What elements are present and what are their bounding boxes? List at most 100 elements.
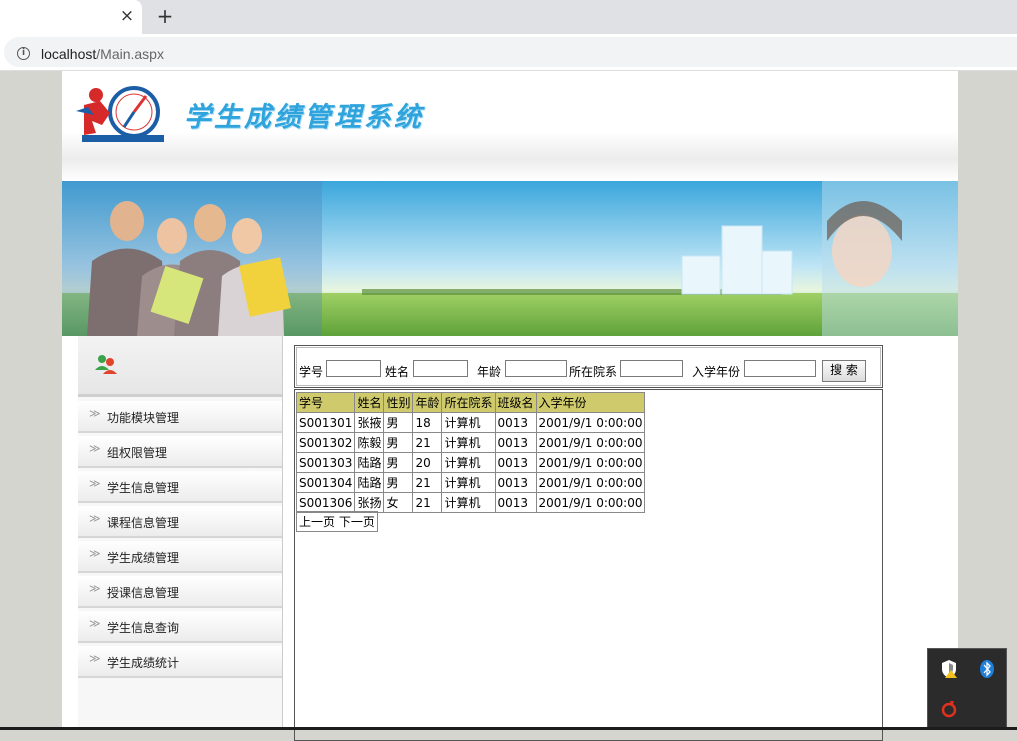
table-header-row: 学号 姓名 性别 年龄 所在院系 班级名 入学年份 (295, 392, 646, 413)
table-cell: 2001/9/1 0:00:00 (535, 432, 646, 453)
url-text[interactable]: localhost/Main.aspx (41, 46, 164, 62)
table-cell: 0013 (494, 412, 537, 433)
sidebar-item-course-info[interactable]: ≫ 课程信息管理 (78, 506, 282, 538)
table-cell: 18 (412, 412, 443, 433)
double-chevron-right-icon: ≫ (89, 547, 101, 560)
column-header: 年龄 (412, 392, 443, 413)
double-chevron-right-icon: ≫ (89, 477, 101, 490)
table-cell: S001303 (295, 452, 356, 473)
table-cell: S001306 (295, 492, 356, 513)
table-cell: 2001/9/1 0:00:00 (535, 452, 646, 473)
table-cell: 陈毅 (354, 432, 385, 453)
sidebar-item-label: 学生信息管理 (107, 481, 180, 495)
table-cell: 张扬 (354, 492, 385, 513)
info-icon[interactable]: i (17, 47, 30, 60)
sidebar-item-group-permissions[interactable]: ≫ 组权限管理 (78, 436, 282, 468)
column-header: 学号 (295, 392, 356, 413)
table-cell: 21 (412, 432, 443, 453)
table-cell: 女 (383, 492, 414, 513)
table-cell: 0013 (494, 452, 537, 473)
search-panel-inner: 学号 姓名 年龄 所在院系 入学年份 搜 索 (296, 347, 881, 386)
sidebar-item-label: 学生信息查询 (107, 621, 180, 635)
sidebar-item-teaching-info[interactable]: ≫ 授课信息管理 (78, 576, 282, 608)
table-cell: S001304 (295, 472, 356, 493)
close-tab-icon[interactable]: × (118, 7, 136, 25)
table-cell: 2001/9/1 0:00:00 (535, 472, 646, 493)
table-cell: 计算机 (441, 452, 496, 473)
app-red-icon[interactable] (939, 699, 959, 719)
table-cell: 计算机 (441, 432, 496, 453)
address-bar: i localhost/Main.aspx (0, 34, 1017, 71)
table-cell: 男 (383, 412, 414, 433)
system-tray (927, 648, 1007, 730)
table-cell: 21 (412, 492, 443, 513)
web-page: 学生成绩管理系统 ≫ 功能模块管理 ≫ 组权限管理 ≫ 学生信息管理 ≫ 课程信… (62, 71, 958, 741)
table-cell: 21 (412, 472, 443, 493)
table-cell: 2001/9/1 0:00:00 (535, 492, 646, 513)
sidebar-item-label: 授课信息管理 (107, 586, 180, 600)
table-cell: 男 (383, 472, 414, 493)
age-label: 年龄 (477, 365, 502, 379)
table-cell: S001301 (295, 412, 356, 433)
column-header: 所在院系 (441, 392, 496, 413)
url-host: localhost (41, 46, 97, 62)
column-header: 姓名 (354, 392, 385, 413)
enrollment-year-input[interactable] (744, 360, 816, 377)
sidebar-item-label: 组权限管理 (107, 446, 168, 460)
sidebar-item-student-query[interactable]: ≫ 学生信息查询 (78, 611, 282, 643)
sidebar-item-grade-management[interactable]: ≫ 学生成绩管理 (78, 541, 282, 573)
table-cell: 计算机 (441, 492, 496, 513)
results-panel: 学号 姓名 性别 年龄 所在院系 班级名 入学年份 S001301 张掖 男 1 (294, 389, 883, 741)
table-cell: 男 (383, 452, 414, 473)
department-input[interactable] (620, 360, 683, 377)
sidebar-item-label: 功能模块管理 (107, 411, 180, 425)
table-cell: 2001/9/1 0:00:00 (535, 412, 646, 433)
double-chevron-right-icon: ≫ (89, 407, 101, 420)
table-row: S001303 陆路 男 20 计算机 0013 2001/9/1 0:00:0… (295, 452, 646, 473)
sidebar-item-label: 学生成绩统计 (107, 656, 180, 670)
table-cell: 计算机 (441, 412, 496, 433)
double-chevron-right-icon: ≫ (89, 512, 101, 525)
browser-tabstrip: × + (0, 0, 1017, 34)
sidebar-item-function-modules[interactable]: ≫ 功能模块管理 (78, 401, 282, 433)
banner-image (62, 181, 958, 336)
double-chevron-right-icon: ≫ (89, 442, 101, 455)
prev-page-link[interactable]: 上一页 (299, 515, 335, 529)
student-id-label: 学号 (299, 365, 324, 379)
omnibox[interactable]: i localhost/Main.aspx (4, 37, 1017, 67)
enrollment-year-label: 入学年份 (692, 365, 741, 379)
girl-photo (822, 181, 958, 336)
student-table: 学号 姓名 性别 年龄 所在院系 班级名 入学年份 S001301 张掖 男 1 (295, 392, 646, 513)
system-title: 学生成绩管理系统 (184, 102, 424, 133)
table-cell: 男 (383, 432, 414, 453)
pager: 上一页 下一页 (296, 511, 378, 532)
sidebar-item-student-info[interactable]: ≫ 学生信息管理 (78, 471, 282, 503)
name-input[interactable] (413, 360, 468, 377)
new-tab-button[interactable]: + (155, 5, 175, 27)
table-row: S001301 张掖 男 18 计算机 0013 2001/9/1 0:00:0… (295, 412, 646, 433)
age-input[interactable] (505, 360, 567, 377)
search-panel: 学号 姓名 年龄 所在院系 入学年份 搜 索 (294, 345, 883, 388)
double-chevron-right-icon: ≫ (89, 652, 101, 665)
table-row: S001306 张扬 女 21 计算机 0013 2001/9/1 0:00:0… (295, 492, 646, 513)
table-row: S001304 陆路 男 21 计算机 0013 2001/9/1 0:00:0… (295, 472, 646, 493)
table-cell: 陆路 (354, 452, 385, 473)
sidebar-item-label: 课程信息管理 (107, 516, 180, 530)
next-page-link[interactable]: 下一页 (339, 515, 375, 529)
column-header: 班级名 (494, 392, 537, 413)
page-header: 学生成绩管理系统 (62, 71, 958, 181)
table-cell: 0013 (494, 432, 537, 453)
table-cell: 张掖 (354, 412, 385, 433)
sidebar-item-label: 学生成绩管理 (107, 551, 180, 565)
security-warning-icon[interactable] (939, 659, 959, 679)
url-path: /Main.aspx (96, 46, 164, 62)
table-cell: 0013 (494, 472, 537, 493)
sidebar-item-grade-statistics[interactable]: ≫ 学生成绩统计 (78, 646, 282, 678)
main-content: 学号 姓名 年龄 所在院系 入学年份 搜 索 学号 姓名 性别 年龄 所在院系 … (284, 336, 936, 741)
student-id-input[interactable] (326, 360, 381, 377)
double-chevron-right-icon: ≫ (89, 582, 101, 595)
table-cell: 计算机 (441, 472, 496, 493)
bluetooth-icon[interactable] (977, 659, 997, 679)
browser-tab[interactable]: × (0, 0, 142, 34)
search-button[interactable]: 搜 索 (822, 360, 866, 382)
